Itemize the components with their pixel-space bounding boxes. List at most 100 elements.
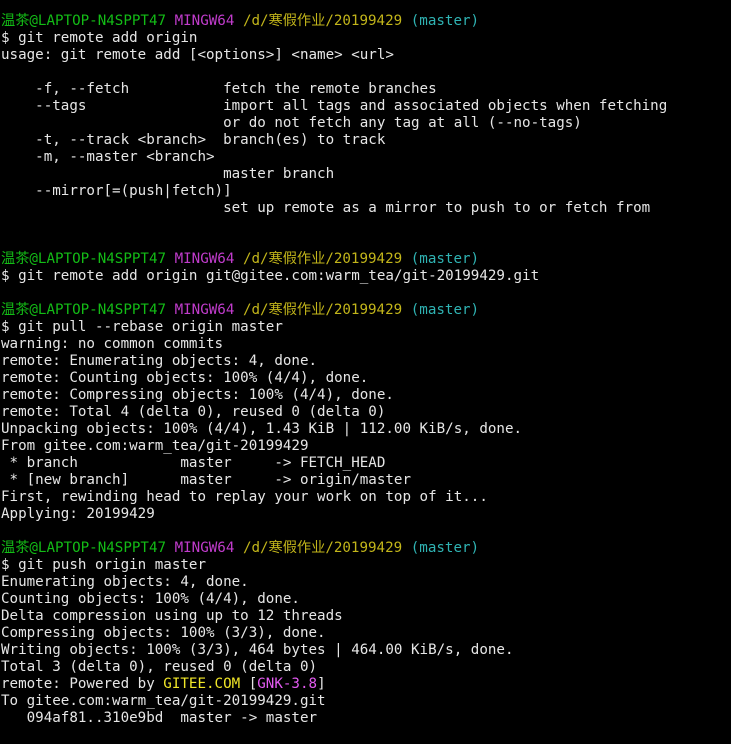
- text-segment: Compressing objects: 100% (3/3), done.: [1, 625, 326, 641]
- prompt-shell-name: MINGW64: [174, 302, 235, 318]
- text-segment: $ git pull --rebase origin master: [1, 319, 283, 335]
- output-line: -t, --track <branch> branch(es) to track: [1, 132, 731, 149]
- text-segment: Unpacking objects: 100% (4/4), 1.43 KiB …: [1, 421, 523, 437]
- output-line: set up remote as a mirror to push to or …: [1, 200, 731, 217]
- command-line: $ git push origin master: [1, 557, 731, 574]
- prompt-branch: (master): [410, 251, 480, 267]
- output-line: First, rewinding head to replay your wor…: [1, 489, 731, 506]
- prompt-path: /d/寒假作业/20199429: [242, 13, 403, 29]
- output-line: remote: Compressing objects: 100% (4/4),…: [1, 387, 731, 404]
- terminal-window[interactable]: 温茶@LAPTOP-N4SPPT47 MINGW64 /d/寒假作业/20199…: [0, 0, 731, 744]
- prompt-line: 温茶@LAPTOP-N4SPPT47 MINGW64 /d/寒假作业/20199…: [1, 302, 731, 319]
- text-segment: * branch master -> FETCH_HEAD: [1, 455, 386, 471]
- output-line: Enumerating objects: 4, done.: [1, 574, 731, 591]
- output-line: Counting objects: 100% (4/4), done.: [1, 591, 731, 608]
- output-line: --mirror[=(push|fetch)]: [1, 183, 731, 200]
- prompt-path: /d/寒假作业/20199429: [242, 540, 403, 556]
- output-line: Total 3 (delta 0), reused 0 (delta 0): [1, 659, 731, 676]
- text-segment: Writing objects: 100% (3/3), 464 bytes |…: [1, 642, 514, 658]
- text-segment: Delta compression using up to 12 threads: [1, 608, 343, 624]
- output-line: warning: no common commits: [1, 336, 731, 353]
- text-segment: To gitee.com:warm_tea/git-20199429.git: [1, 693, 326, 709]
- prompt-user-host: 温茶@LAPTOP-N4SPPT47: [1, 302, 167, 318]
- text-segment: $ git remote add origin: [1, 30, 198, 46]
- output-line: or do not fetch any tag at all (--no-tag…: [1, 115, 731, 132]
- text-segment: remote: Counting objects: 100% (4/4), do…: [1, 370, 369, 386]
- text-segment: or do not fetch any tag at all (--no-tag…: [1, 115, 582, 131]
- prompt-line: 温茶@LAPTOP-N4SPPT47 MINGW64 /d/寒假作业/20199…: [1, 540, 731, 557]
- output-line: remote: Counting objects: 100% (4/4), do…: [1, 370, 731, 387]
- prompt-user-host: 温茶@LAPTOP-N4SPPT47: [1, 251, 167, 267]
- output-line: remote: Powered by GITEE.COM [GNK-3.8]: [1, 676, 731, 693]
- text-segment: set up remote as a mirror to push to or …: [1, 200, 651, 216]
- text-segment: $ git push origin master: [1, 557, 206, 573]
- output-line: -m, --master <branch>: [1, 149, 731, 166]
- text-segment: remote: Compressing objects: 100% (4/4),…: [1, 387, 394, 403]
- prompt-line: 温茶@LAPTOP-N4SPPT47 MINGW64 /d/寒假作业/20199…: [1, 251, 731, 268]
- prompt-shell-name: MINGW64: [174, 540, 235, 556]
- text-segment: Counting objects: 100% (4/4), done.: [1, 591, 300, 607]
- output-line: Compressing objects: 100% (3/3), done.: [1, 625, 731, 642]
- prompt-user-host: 温茶@LAPTOP-N4SPPT47: [1, 540, 167, 556]
- remote-version-highlight: GNK-3.8: [257, 676, 318, 692]
- text-segment: -f, --fetch fetch the remote branches: [1, 81, 437, 97]
- prompt-path: /d/寒假作业/20199429: [242, 251, 403, 267]
- output-line: -f, --fetch fetch the remote branches: [1, 81, 731, 98]
- output-line: usage: git remote add [<options>] <name>…: [1, 47, 731, 64]
- output-line: Unpacking objects: 100% (4/4), 1.43 KiB …: [1, 421, 731, 438]
- remote-host-highlight: GITEE.COM: [163, 676, 241, 692]
- text-segment: 094af81..310e9bd master -> master: [1, 710, 318, 726]
- prompt-path: /d/寒假作业/20199429: [242, 302, 403, 318]
- prompt-branch: (master): [410, 13, 480, 29]
- command-line: $ git pull --rebase origin master: [1, 319, 731, 336]
- output-line: Applying: 20199429: [1, 506, 731, 523]
- output-line: * branch master -> FETCH_HEAD: [1, 455, 731, 472]
- text-segment: First, rewinding head to replay your wor…: [1, 489, 488, 505]
- text-segment: From gitee.com:warm_tea/git-20199429: [1, 438, 309, 454]
- output-line: --tags import all tags and associated ob…: [1, 98, 731, 115]
- output-line: master branch: [1, 166, 731, 183]
- output-line: To gitee.com:warm_tea/git-20199429.git: [1, 693, 731, 710]
- prompt-branch: (master): [410, 302, 480, 318]
- text-segment: [: [240, 676, 258, 692]
- text-segment: ]: [317, 676, 326, 692]
- text-segment: --tags import all tags and associated ob…: [1, 98, 668, 114]
- output-line: From gitee.com:warm_tea/git-20199429: [1, 438, 731, 455]
- text-segment: --mirror[=(push|fetch)]: [1, 183, 232, 199]
- output-line: Delta compression using up to 12 threads: [1, 608, 731, 625]
- prompt-shell-name: MINGW64: [174, 251, 235, 267]
- text-segment: Total 3 (delta 0), reused 0 (delta 0): [1, 659, 318, 675]
- output-line: * [new branch] master -> origin/master: [1, 472, 731, 489]
- prompt-user-host: 温茶@LAPTOP-N4SPPT47: [1, 13, 167, 29]
- text-segment: remote: Total 4 (delta 0), reused 0 (del…: [1, 404, 386, 420]
- text-segment: master branch: [1, 166, 335, 182]
- output-line: remote: Enumerating objects: 4, done.: [1, 353, 731, 370]
- output-line: 094af81..310e9bd master -> master: [1, 710, 731, 727]
- prompt-shell-name: MINGW64: [174, 13, 235, 29]
- text-segment: -m, --master <branch>: [1, 149, 215, 165]
- text-segment: Applying: 20199429: [1, 506, 155, 522]
- text-segment: -t, --track <branch> branch(es) to track: [1, 132, 386, 148]
- text-segment: $ git remote add origin git@gitee.com:wa…: [1, 268, 540, 284]
- text-segment: Enumerating objects: 4, done.: [1, 574, 249, 590]
- prompt-branch: (master): [410, 540, 480, 556]
- prompt-line: 温茶@LAPTOP-N4SPPT47 MINGW64 /d/寒假作业/20199…: [1, 13, 731, 30]
- command-line: $ git remote add origin: [1, 30, 731, 47]
- output-line: remote: Total 4 (delta 0), reused 0 (del…: [1, 404, 731, 421]
